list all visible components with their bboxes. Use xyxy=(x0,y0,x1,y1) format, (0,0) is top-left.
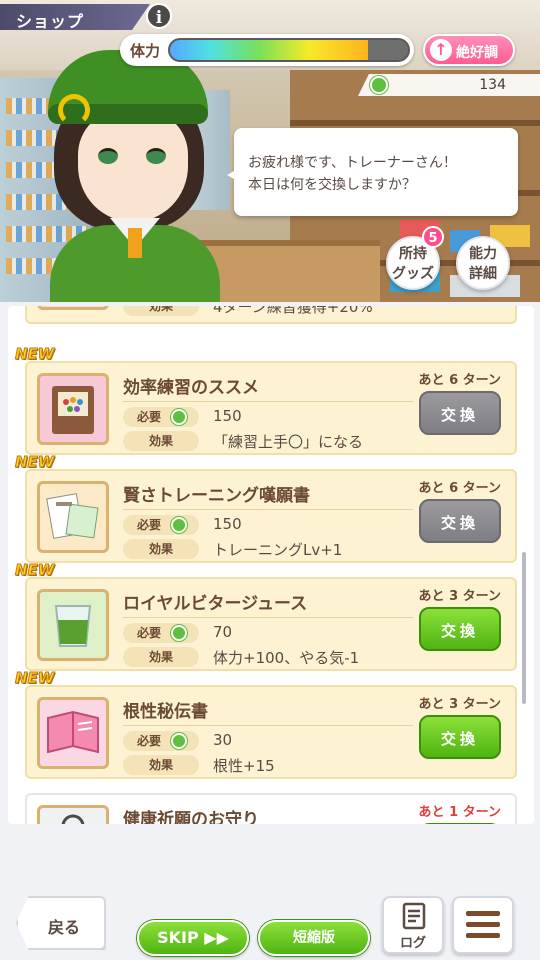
stamina-bar: 体力 xyxy=(120,34,414,66)
list-item: NEW ロイヤルビタージュース 必要 70 効果 体力+100、やる気-1 あと… xyxy=(14,561,517,671)
arrow-up-icon: ↑ xyxy=(430,39,452,61)
charm-icon xyxy=(37,805,109,824)
required-label: 必要 xyxy=(123,515,199,535)
new-badge: NEW xyxy=(14,561,55,580)
shop-coin-icon xyxy=(171,409,187,425)
item-cost: 30 xyxy=(213,731,233,749)
turns-remaining: あと 3 ターン xyxy=(418,589,501,604)
item-thumbnail xyxy=(37,306,109,310)
effect-label: 効果 xyxy=(123,431,199,451)
required-label: 必要 xyxy=(123,731,199,751)
scroll-book-icon xyxy=(37,697,109,769)
scrollbar[interactable] xyxy=(522,552,526,704)
stats-detail-button[interactable]: 能力 詳細 xyxy=(456,236,510,290)
notification-badge: 5 xyxy=(422,226,444,248)
coin-panel: 134 xyxy=(358,74,540,96)
page-title: ショップ xyxy=(16,12,85,31)
exchange-button[interactable] xyxy=(419,823,501,824)
turns-remaining: あと 6 ターン xyxy=(418,481,501,496)
shop-item-list[interactable]: 効果 4ターン練習獲得+20% NEW 効率練習のススメ 必要 150 効果 「… xyxy=(8,306,534,824)
item-effect: 体力+100、やる気-1 xyxy=(213,649,360,667)
speech-line-2: 本日は何を交換しますか？ xyxy=(248,177,416,193)
list-item: NEW 根性秘伝書 必要 30 効果 根性+15 あと 3 ターン 交換 xyxy=(14,669,517,779)
required-label: 必要 xyxy=(123,407,199,427)
required-label: 必要 xyxy=(123,623,199,643)
shop-coin-icon xyxy=(171,625,187,641)
exchange-button[interactable]: 交換 xyxy=(419,499,501,543)
turns-remaining: あと 3 ターン xyxy=(418,697,501,712)
item-effect: 4ターン練習獲得+20% xyxy=(213,306,373,316)
stamina-label: 体力 xyxy=(130,42,161,60)
effect-label: 効果 xyxy=(123,539,199,559)
list-item: 健康祈願のお守り あと 1 ターン xyxy=(25,793,517,824)
log-label: ログ xyxy=(399,936,426,951)
back-button[interactable]: 戻る xyxy=(16,896,106,950)
coin-count: 134 xyxy=(479,77,506,93)
effect-label: 効果 xyxy=(123,647,199,667)
stats-detail-label-2: 詳細 xyxy=(469,266,497,282)
item-effect: トレーニングLv+1 xyxy=(213,541,343,559)
new-badge: NEW xyxy=(14,345,55,364)
exchange-button[interactable]: 交換 xyxy=(419,715,501,759)
turns-remaining: あと 6 ターン xyxy=(418,373,501,388)
exchange-button[interactable]: 交換 xyxy=(419,391,501,435)
effect-label: 効果 xyxy=(123,306,199,316)
juice-glass-icon xyxy=(37,589,109,661)
back-label: 戻る xyxy=(48,918,81,937)
item-cost: 150 xyxy=(213,407,242,425)
turns-remaining: あと 1 ターン xyxy=(418,805,501,820)
stats-detail-label-1: 能力 xyxy=(469,246,497,262)
new-badge: NEW xyxy=(14,669,55,688)
condition-button[interactable]: ↑ 絶好調 xyxy=(423,34,515,66)
item-name: ロイヤルビタージュース xyxy=(123,594,308,614)
log-button[interactable]: ログ xyxy=(382,896,444,954)
speech-bubble: お疲れ様です、トレーナーさん！ 本日は何を交換しますか？ xyxy=(227,128,518,216)
skip-button[interactable]: SKIP ▶▶ xyxy=(137,920,249,956)
stamina-track xyxy=(168,38,410,62)
exchange-button[interactable]: 交換 xyxy=(419,607,501,651)
effect-label: 効果 xyxy=(123,755,199,775)
shop-coin-icon xyxy=(171,733,187,749)
item-name: 効率練習のススメ xyxy=(123,378,259,398)
list-item: 効果 4ターン練習獲得+20% xyxy=(25,306,517,324)
item-name: 賢さトレーニング嘆願書 xyxy=(123,486,310,506)
item-cost: 70 xyxy=(213,623,233,641)
item-cost: 150 xyxy=(213,515,242,533)
stamina-fill xyxy=(170,40,368,60)
menu-button[interactable] xyxy=(452,896,514,954)
owned-goods-label-2: グッズ xyxy=(392,266,434,282)
shop-coin-icon xyxy=(370,76,388,94)
item-name: 健康祈願のお守り xyxy=(123,810,259,824)
item-name: 根性秘伝書 xyxy=(123,702,208,722)
letter-icon xyxy=(37,481,109,553)
speech-line-1: お疲れ様です、トレーナーさん！ xyxy=(248,155,457,171)
log-icon xyxy=(402,902,426,930)
horseshoe-emblem-icon xyxy=(58,94,90,126)
new-badge: NEW xyxy=(14,453,55,472)
list-item: NEW 効率練習のススメ 必要 150 効果 「練習上手〇」になる あと 6 タ… xyxy=(14,345,517,455)
book-icon xyxy=(37,373,109,445)
item-effect: 「練習上手〇」になる xyxy=(213,433,364,451)
list-item: NEW 賢さトレーニング嘆願書 必要 150 効果 トレーニングLv+1 あと … xyxy=(14,453,517,563)
hamburger-menu-icon xyxy=(466,911,500,938)
shop-coin-icon xyxy=(171,517,187,533)
short-version-button[interactable]: 短縮版 xyxy=(258,920,370,956)
shop-clerk-character xyxy=(40,30,230,302)
item-effect: 根性+15 xyxy=(213,757,275,775)
info-icon[interactable]: i xyxy=(146,3,172,29)
condition-label: 絶好調 xyxy=(456,45,498,61)
